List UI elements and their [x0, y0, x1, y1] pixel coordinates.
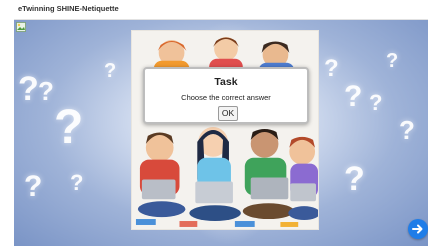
image-icon[interactable] — [16, 22, 26, 32]
next-button[interactable] — [408, 219, 428, 239]
content-stage: ? ? ? ? ? ? ? ? ? ? ? ? Task Choose the … — [14, 20, 428, 246]
question-mark-icon: ? — [38, 76, 54, 106]
question-mark-icon: ? — [386, 50, 399, 72]
arrow-right-icon — [412, 224, 423, 234]
question-mark-icon: ? — [18, 70, 39, 108]
question-mark-icon: ? — [54, 101, 84, 154]
app-title: eTwinning SHINE-Netiquette — [18, 4, 119, 13]
question-mark-icon: ? — [70, 170, 84, 195]
question-mark-icon: ? — [324, 55, 339, 82]
dialog-message: Choose the correct answer — [181, 93, 271, 102]
title-bar: eTwinning SHINE-Netiquette — [0, 0, 430, 18]
dialog-title: Task — [214, 76, 238, 88]
illustration-image — [131, 30, 319, 230]
ok-button[interactable]: OK — [218, 106, 238, 121]
task-dialog: Task Choose the correct answer OK — [143, 67, 309, 124]
question-mark-icon: ? — [24, 170, 43, 203]
question-mark-icon: ? — [344, 80, 363, 113]
question-mark-icon: ? — [399, 115, 415, 145]
question-mark-icon: ? — [104, 60, 117, 82]
question-mark-icon: ? — [344, 160, 365, 198]
question-mark-icon: ? — [369, 90, 383, 115]
